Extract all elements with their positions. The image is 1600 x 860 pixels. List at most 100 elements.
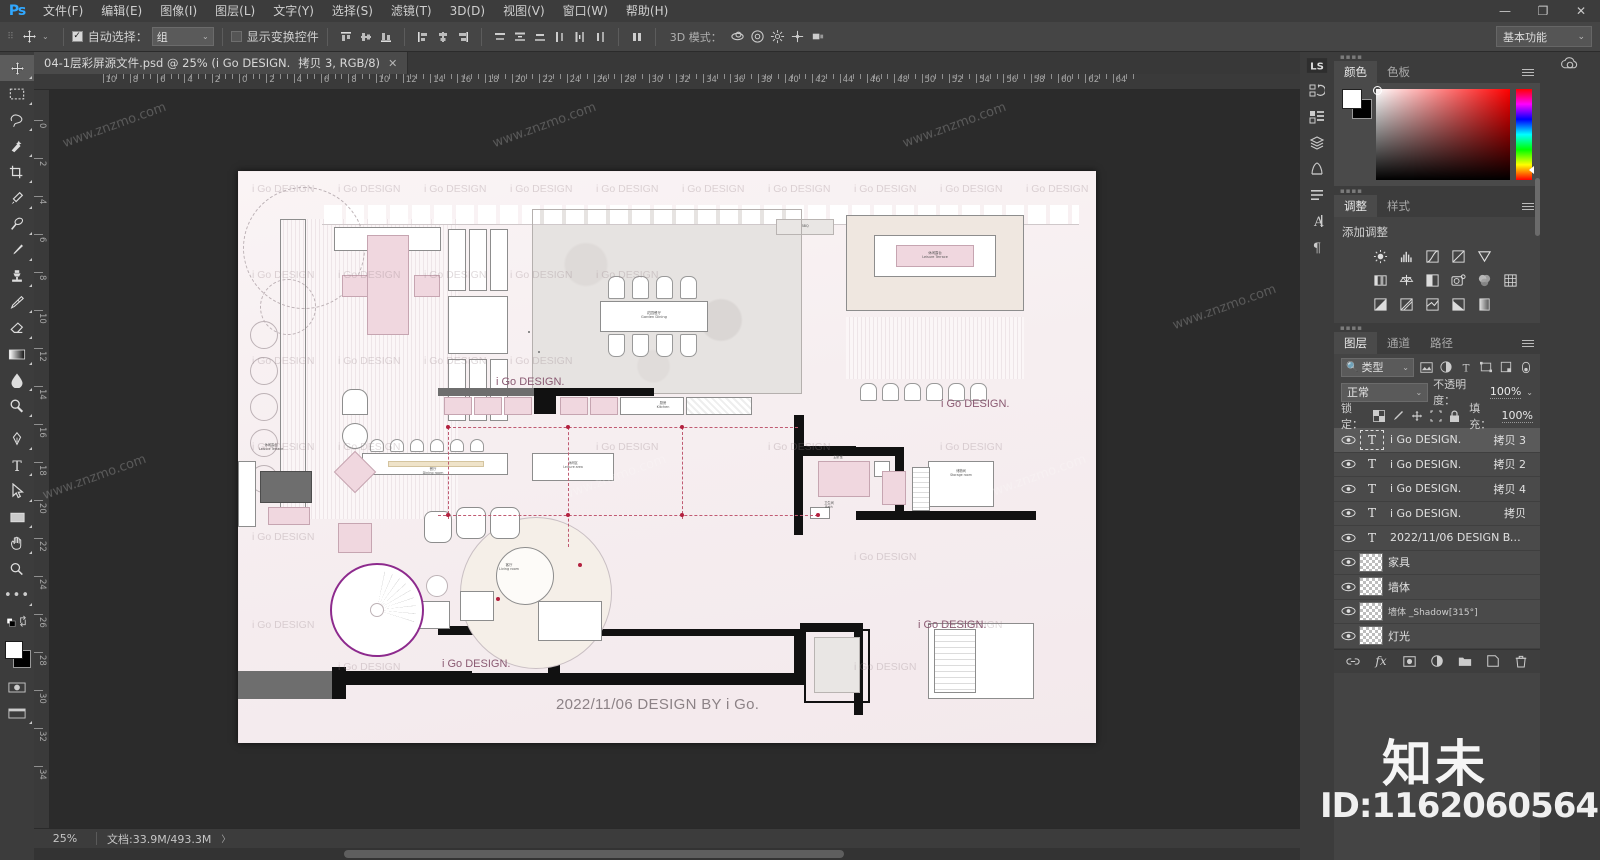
link-layers-icon[interactable]: [1346, 654, 1361, 669]
layer-filter-kind-dropdown[interactable]: 🔍 类型 ⌄: [1341, 357, 1414, 377]
table-row[interactable]: 墙体 _Shadow[315°]: [1334, 599, 1540, 624]
rectangular-marquee-tool[interactable]: [0, 81, 34, 107]
canvas-brand-text[interactable]: i Go DESIGN.: [918, 619, 986, 631]
filter-smart-object-icon[interactable]: [1498, 359, 1513, 376]
eye-icon[interactable]: [1337, 550, 1359, 574]
invert-icon[interactable]: [1370, 295, 1391, 314]
layers-scrollbar-thumb[interactable]: [1535, 178, 1540, 236]
filter-adjustment-icon[interactable]: [1439, 359, 1454, 376]
options-bar-grip[interactable]: ⠿: [4, 22, 16, 52]
properties-icon[interactable]: [1300, 182, 1334, 208]
eraser-tool[interactable]: [0, 315, 34, 341]
workspace-switcher[interactable]: 基本功能 ⌄: [1496, 26, 1592, 47]
table-row[interactable]: T i Go DESIGN. 拷贝: [1334, 501, 1540, 526]
document-tab[interactable]: 04-1层彩屏源文件.psd @ 25% (i Go DESIGN. 拷贝 3,…: [34, 52, 409, 74]
filter-type-icon[interactable]: T: [1459, 359, 1474, 376]
levels-icon[interactable]: [1396, 247, 1417, 266]
fill-value[interactable]: 100%: [1501, 409, 1533, 423]
pen-tool[interactable]: [0, 426, 34, 452]
layer-style-icon[interactable]: fx: [1374, 654, 1389, 669]
lock-all-icon[interactable]: [1449, 409, 1460, 423]
tab-styles[interactable]: 样式: [1377, 195, 1420, 217]
menu-select[interactable]: 选择(S): [323, 0, 382, 22]
text-layer-thumbnail[interactable]: T: [1359, 528, 1385, 548]
menu-3d[interactable]: 3D(D): [441, 0, 494, 22]
close-button[interactable]: ✕: [1562, 0, 1600, 22]
quick-selection-tool[interactable]: [0, 133, 34, 159]
eye-icon[interactable]: [1337, 501, 1359, 525]
adjustments-panel-grip[interactable]: ▪▪▪▪: [1334, 186, 1540, 195]
minimize-button[interactable]: —: [1486, 0, 1524, 22]
zoom-tool[interactable]: [0, 556, 34, 582]
color-panel-swatches[interactable]: [1342, 89, 1372, 119]
history-icon[interactable]: [1300, 78, 1334, 104]
image-layer-thumbnail[interactable]: [1359, 577, 1383, 597]
auto-select-group[interactable]: ✓ 自动选择：: [71, 28, 148, 45]
distribute-spacing-button[interactable]: [627, 26, 647, 48]
align-top-edges-button[interactable]: [336, 26, 356, 48]
blur-tool[interactable]: [0, 367, 34, 393]
artboard-floor-plan[interactable]: BBQ 花园餐厅 Garden Dining 厨房 Kitchen 休闲露台 L…: [238, 171, 1096, 743]
history-brush-tool[interactable]: [0, 289, 34, 315]
photo-filter-icon[interactable]: [1448, 271, 1469, 290]
eyedropper-tool[interactable]: [0, 185, 34, 211]
table-row[interactable]: 灯光: [1334, 624, 1540, 649]
eye-icon[interactable]: [1337, 477, 1359, 501]
image-layer-thumbnail[interactable]: [1359, 552, 1383, 572]
tab-color[interactable]: 颜色: [1334, 61, 1377, 83]
tool-preset-caret[interactable]: ⌄: [42, 32, 49, 41]
color-picker-marker[interactable]: [1373, 86, 1382, 95]
gradient-map-icon[interactable]: [1448, 295, 1469, 314]
default-colors-swap-icons[interactable]: [0, 608, 34, 634]
horizontal-scrollbar-thumb[interactable]: [344, 850, 844, 858]
color-panel-foreground-swatch[interactable]: [1342, 89, 1362, 109]
blend-mode-dropdown[interactable]: 正常 ⌄: [1341, 382, 1429, 402]
delete-layer-icon[interactable]: [1514, 654, 1529, 669]
edit-toolbar-more-button[interactable]: •••: [0, 582, 34, 608]
distribute-left-edges-button[interactable]: [550, 26, 570, 48]
eye-icon[interactable]: [1337, 428, 1359, 452]
table-row[interactable]: 墙体: [1334, 575, 1540, 600]
lock-position-icon[interactable]: [1411, 409, 1423, 423]
color-panel-grip[interactable]: ▪▪▪▪: [1334, 52, 1540, 61]
menu-filter[interactable]: 滤镜(T): [382, 0, 441, 22]
layer-comps-icon[interactable]: [1300, 130, 1334, 156]
distribute-horizontal-centers-button[interactable]: [570, 26, 590, 48]
hue-slider-marker[interactable]: [1529, 166, 1534, 174]
eye-icon[interactable]: [1337, 599, 1359, 623]
lock-image-pixels-icon[interactable]: [1392, 409, 1404, 423]
rectangle-tool[interactable]: [0, 504, 34, 530]
dodge-tool[interactable]: [0, 393, 34, 419]
distribute-right-edges-button[interactable]: [590, 26, 610, 48]
3d-roll-icon[interactable]: [748, 26, 768, 48]
hand-tool[interactable]: [0, 530, 34, 556]
3d-slide-icon[interactable]: [788, 26, 808, 48]
quick-mask-toggle[interactable]: [0, 674, 34, 700]
canvas-date-text[interactable]: 2022/11/06 DESIGN BY i Go.: [556, 696, 759, 713]
filter-pixel-icon[interactable]: [1419, 359, 1434, 376]
new-fill-adjustment-icon[interactable]: [1430, 654, 1445, 669]
eye-icon[interactable]: [1337, 624, 1359, 648]
canvas-brand-text[interactable]: i Go DESIGN.: [496, 376, 564, 388]
text-layer-thumbnail[interactable]: T: [1359, 503, 1385, 523]
selective-color-icon[interactable]: [1474, 295, 1495, 314]
chevron-down-icon[interactable]: ⌄: [1526, 388, 1533, 397]
panel-menu-icon[interactable]: [1522, 200, 1534, 212]
threshold-icon[interactable]: [1422, 295, 1443, 314]
clone-stamp-tool[interactable]: [0, 263, 34, 289]
layer-list[interactable]: T i Go DESIGN. 拷贝 3 T i Go DESIGN. 拷贝 2: [1334, 428, 1540, 649]
distribute-top-edges-button[interactable]: [490, 26, 510, 48]
canvas-brand-text[interactable]: i Go DESIGN.: [442, 658, 510, 670]
paragraph-icon[interactable]: ¶: [1300, 234, 1334, 260]
menu-window[interactable]: 窗口(W): [554, 0, 617, 22]
align-vertical-centers-button[interactable]: [356, 26, 376, 48]
tab-paths[interactable]: 路径: [1420, 332, 1463, 354]
align-bottom-edges-button[interactable]: [376, 26, 396, 48]
filter-enable-toggle[interactable]: [1518, 359, 1533, 376]
distribute-vertical-centers-button[interactable]: [510, 26, 530, 48]
panel-menu-icon[interactable]: [1522, 66, 1534, 78]
brush-tool[interactable]: [0, 237, 34, 263]
library-icon[interactable]: LS: [1300, 52, 1334, 78]
3d-scale-icon[interactable]: [808, 26, 828, 48]
tab-channels[interactable]: 通道: [1377, 332, 1420, 354]
